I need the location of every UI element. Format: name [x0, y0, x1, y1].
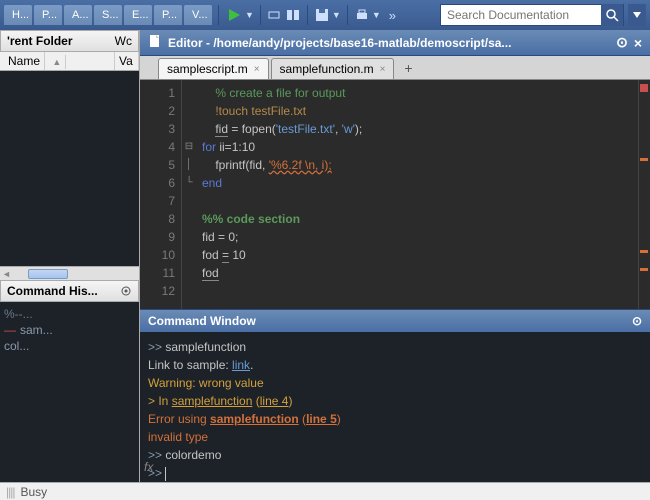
code-line[interactable]: [202, 192, 632, 210]
toolstrip-tab[interactable]: A...: [64, 5, 92, 25]
command-window-title: Command Window: [148, 314, 256, 328]
command-line: >> samplefunction: [148, 338, 642, 356]
more-icon[interactable]: »: [389, 8, 396, 23]
code-line[interactable]: !touch testFile.txt: [202, 102, 632, 120]
code-line[interactable]: fid = fopen('testFile.txt', 'w');: [202, 120, 632, 138]
panel-options-icon[interactable]: ⊙: [616, 34, 628, 51]
code-line[interactable]: end: [202, 174, 632, 192]
editor-tab[interactable]: samplescript.m×: [158, 58, 269, 79]
code-line[interactable]: fprintf(fid, '%6.2f \n, i);: [202, 156, 632, 174]
editor-title: Editor - /home/andy/projects/base16-matl…: [168, 36, 610, 50]
command-line: Error using samplefunction (line 5): [148, 410, 642, 428]
code-line[interactable]: %% code section: [202, 210, 632, 228]
status-bar: |||| Busy: [0, 482, 650, 500]
error-summary-marker[interactable]: [640, 84, 648, 92]
command-window-body[interactable]: >> samplefunctionLink to sample: link.Wa…: [140, 332, 650, 482]
command-history-panel: Command His... %--...—sam...col...: [0, 280, 139, 482]
status-text: Busy: [20, 485, 47, 499]
toolbar-separator: [260, 5, 261, 25]
command-line: invalid type: [148, 428, 642, 446]
folder-panel-header: 'rent Folder Wc: [0, 30, 139, 52]
section-icon[interactable]: [285, 7, 301, 23]
command-line: >> colordemo: [148, 446, 642, 464]
search-input[interactable]: [441, 6, 601, 24]
toolstrip-tab[interactable]: V...: [184, 5, 212, 25]
scrollbar-thumb[interactable]: [28, 269, 68, 279]
step-icon[interactable]: [267, 7, 283, 23]
close-icon[interactable]: ×: [634, 35, 642, 51]
search-box: [440, 4, 624, 26]
print-dropdown-icon[interactable]: ▼: [372, 10, 381, 20]
panel-options-icon[interactable]: ⊙: [632, 314, 642, 328]
history-body[interactable]: %--...—sam...col...: [0, 302, 139, 482]
toolbar-separator: [218, 5, 219, 25]
folder-columns: Name ▲ Va: [0, 52, 139, 71]
save-dropdown-icon[interactable]: ▼: [332, 10, 341, 20]
editor-tab-row: samplescript.m×samplefunction.m×+: [140, 56, 650, 80]
code-line[interactable]: % create a file for output: [202, 84, 632, 102]
toolstrip-tab[interactable]: H...: [4, 5, 32, 25]
toolstrip-tab[interactable]: E...: [124, 5, 152, 25]
col-name[interactable]: Name ▲: [0, 52, 115, 70]
toolbar-separator: [347, 5, 348, 25]
command-window-header: Command Window ⊙: [140, 309, 650, 332]
toolstrip-tab[interactable]: S...: [94, 5, 122, 25]
add-tab-button[interactable]: +: [396, 57, 420, 79]
folder-scrollbar[interactable]: ◄: [0, 266, 139, 280]
fx-icon[interactable]: fx: [144, 458, 153, 476]
close-tab-icon[interactable]: ×: [380, 64, 386, 75]
folder-wc: Wc: [115, 34, 132, 48]
search-icon[interactable]: [601, 4, 623, 26]
editor-tab[interactable]: samplefunction.m×: [271, 58, 395, 79]
layout-dropdown-icon[interactable]: [628, 4, 646, 26]
history-panel-header: Command His...: [0, 280, 139, 302]
run-button[interactable]: [225, 6, 243, 24]
warning-marker[interactable]: [640, 250, 648, 253]
current-folder-panel: 'rent Folder Wc Name ▲ Va ◄: [0, 30, 139, 280]
folder-title: 'rent Folder: [7, 34, 73, 48]
error-marker[interactable]: [640, 158, 648, 161]
run-dropdown-icon[interactable]: ▼: [245, 10, 254, 20]
save-icon[interactable]: [314, 7, 330, 23]
history-title: Command His...: [7, 284, 98, 298]
command-line: >>: [148, 464, 642, 482]
code-line[interactable]: for ii=1:10: [202, 138, 632, 156]
command-line: Warning: wrong value: [148, 374, 642, 392]
doc-icon: [148, 34, 162, 51]
command-line: > In samplefunction (line 4): [148, 392, 642, 410]
history-line[interactable]: %--...: [4, 306, 135, 322]
code-line[interactable]: fid = 0;: [202, 228, 632, 246]
history-line[interactable]: —sam...: [4, 322, 135, 338]
code-area[interactable]: 123456789101112 ⊟│└ % create a file for …: [140, 80, 650, 309]
warning-marker[interactable]: [640, 268, 648, 271]
status-bars-icon: ||||: [6, 485, 14, 499]
line-gutter: 123456789101112: [140, 80, 182, 309]
toolbar-separator: [307, 5, 308, 25]
fold-column[interactable]: ⊟│└: [182, 80, 196, 309]
editor-header: Editor - /home/andy/projects/base16-matl…: [140, 30, 650, 56]
error-strip[interactable]: [638, 80, 650, 309]
code-line[interactable]: [202, 282, 632, 300]
code-line[interactable]: fod = 10: [202, 246, 632, 264]
link[interactable]: link: [232, 358, 250, 372]
col-value[interactable]: Va: [115, 52, 139, 70]
toolstrip-tab[interactable]: P...: [154, 5, 182, 25]
folder-body[interactable]: [0, 71, 139, 266]
code-body[interactable]: % create a file for output !touch testFi…: [196, 80, 638, 309]
close-tab-icon[interactable]: ×: [254, 64, 260, 75]
print-icon[interactable]: [354, 7, 370, 23]
toolstrip-tab[interactable]: P...: [34, 5, 62, 25]
code-line[interactable]: fod: [202, 264, 632, 282]
gear-icon[interactable]: [120, 285, 132, 297]
command-line: Link to sample: link.: [148, 356, 642, 374]
history-line[interactable]: col...: [4, 338, 135, 354]
main-toolbar: H...P...A...S...E...P...V... ▼ ▼ ▼ »: [0, 0, 650, 30]
